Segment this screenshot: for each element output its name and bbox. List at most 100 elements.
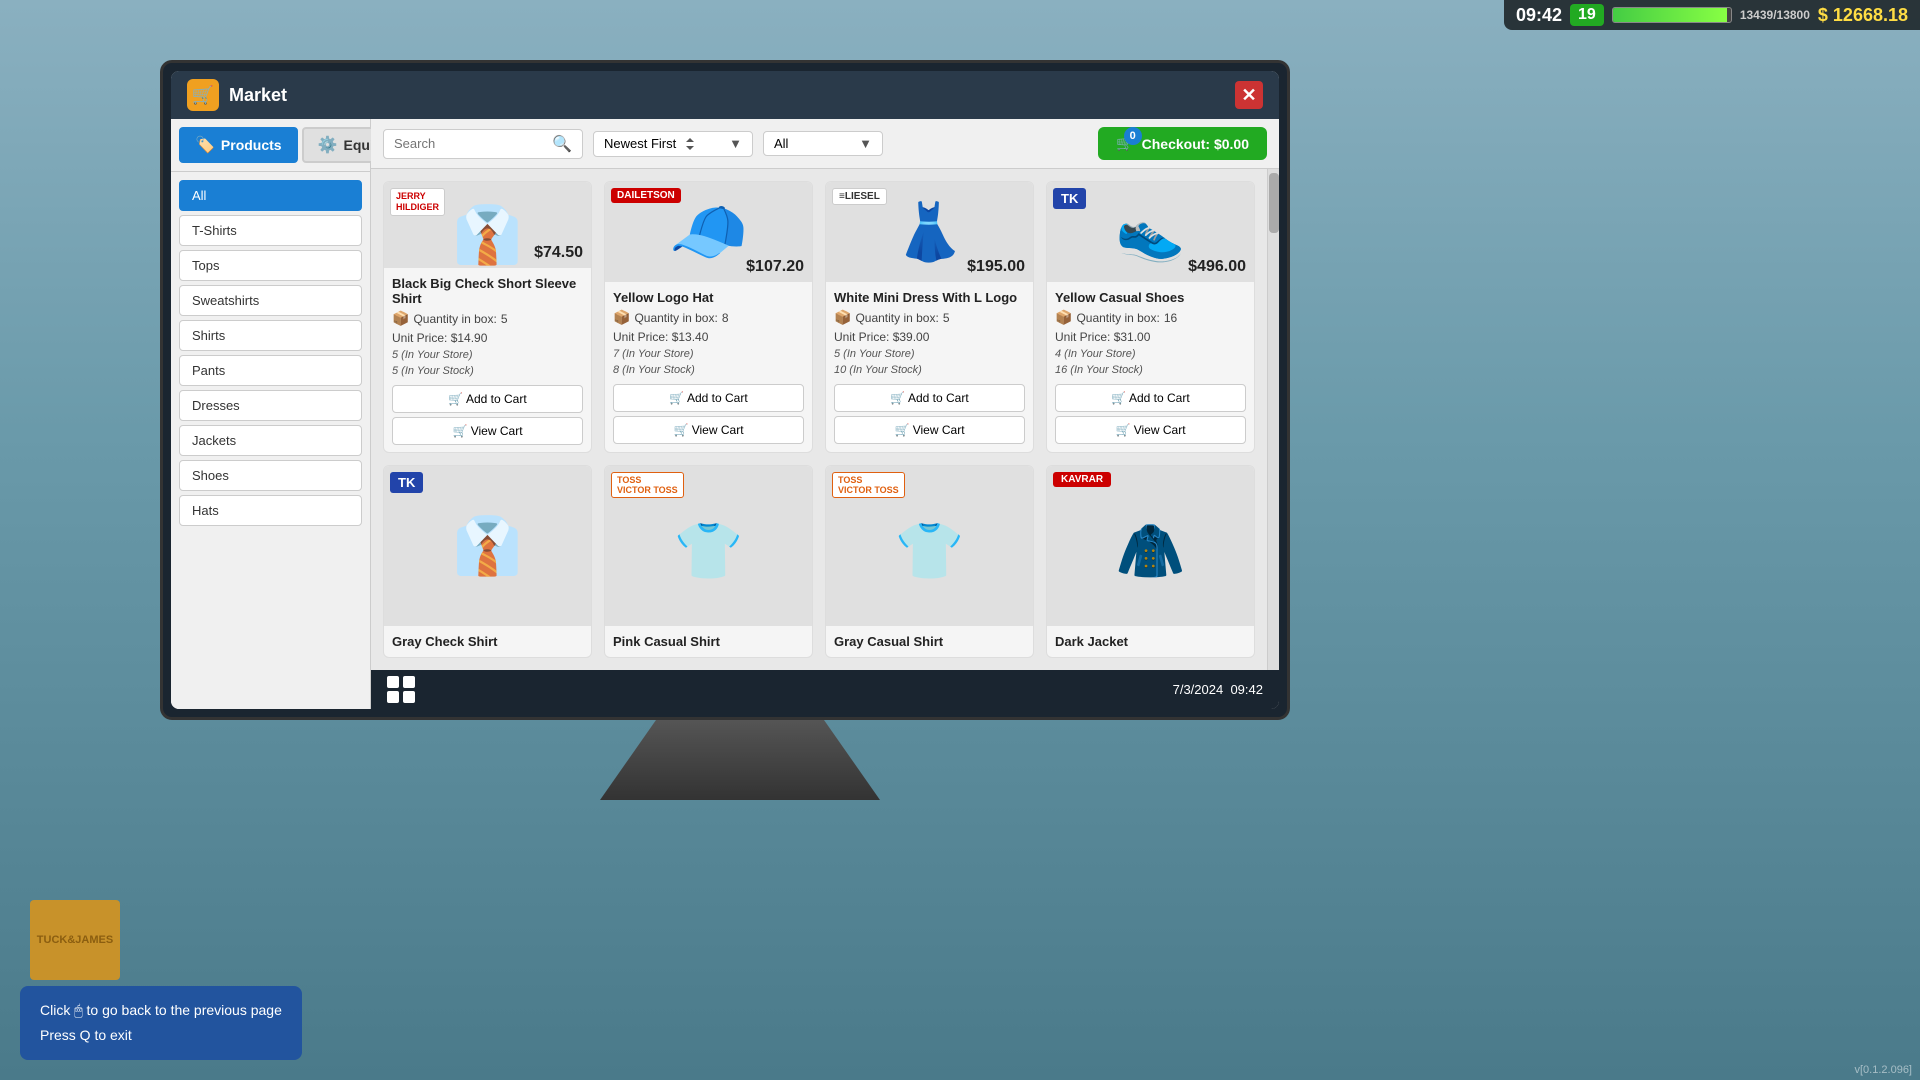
view-cart-button-1[interactable]: 🛒 View Cart: [392, 417, 583, 445]
add-to-cart-button-4[interactable]: 🛒 Add to Cart: [1055, 384, 1246, 412]
top-hud: 09:42 19 13439/13800 $ 12668.18: [1504, 0, 1920, 30]
product-card-3: ≡LIESEL 👗 $195.00 White Mini Dress With …: [825, 181, 1034, 453]
product-name-8: Dark Jacket: [1055, 634, 1246, 649]
sidebar-categories: All T-Shirts Tops Sweatshirts Shirts Pan…: [171, 172, 370, 534]
filter-dropdown[interactable]: All ▼: [763, 131, 883, 156]
product-card-4: TK 👟 $496.00 Yellow Casual Shoes 📦 Quant…: [1046, 181, 1255, 453]
category-tops[interactable]: Tops: [179, 250, 362, 281]
category-jackets[interactable]: Jackets: [179, 425, 362, 456]
scroll-thumb[interactable]: [1269, 173, 1279, 233]
product-stock-info-3: 10 (In Your Stock): [834, 364, 1025, 376]
box-icon-1: 📦: [392, 310, 409, 327]
product-name-5: Gray Check Shirt: [392, 634, 583, 649]
checkout-label: Checkout: $0.00: [1142, 136, 1249, 152]
product-store-info-3: 5 (In Your Store): [834, 348, 1025, 360]
checkout-button[interactable]: 🛒 0 Checkout: $0.00: [1098, 127, 1267, 160]
title-bar-left: 🛒 Market: [187, 79, 287, 111]
category-pants[interactable]: Pants: [179, 355, 362, 386]
product-name-6: Pink Casual Shirt: [613, 634, 804, 649]
category-all[interactable]: All: [179, 180, 362, 211]
grid-view-icon[interactable]: [387, 676, 415, 703]
products-area: JERRYHILDIGER 👔 $74.50 Black Big Check S…: [371, 169, 1279, 670]
hud-level: 19: [1570, 4, 1604, 26]
add-to-cart-button-3[interactable]: 🛒 Add to Cart: [834, 384, 1025, 412]
sort-label: Newest First: [604, 136, 676, 151]
category-dresses[interactable]: Dresses: [179, 390, 362, 421]
sort-dropdown[interactable]: Newest First ▼: [593, 131, 753, 157]
product-info-2: Yellow Logo Hat 📦 Quantity in box: 8 Uni…: [605, 282, 812, 384]
product-card-6: TOSSVICTOR TOSS 👕 Pink Casual Shirt: [604, 465, 813, 658]
product-name-4: Yellow Casual Shoes: [1055, 290, 1246, 305]
product-card-2: DAILETSON 🧢 $107.20 Yellow Logo Hat 📦 Qu…: [604, 181, 813, 453]
product-qty-4: 📦 Quantity in box: 16: [1055, 309, 1246, 326]
product-image-area-3: ≡LIESEL 👗 $195.00: [826, 182, 1033, 282]
brand-badge-8: KAVRAR: [1053, 472, 1111, 487]
xp-text: 13439/13800: [1740, 8, 1810, 22]
filter-label: All: [774, 136, 788, 151]
title-bar: 🛒 Market ✕: [171, 71, 1279, 119]
product-info-4: Yellow Casual Shoes 📦 Quantity in box: 1…: [1047, 282, 1254, 384]
sidebar-wrapper: 🏷️ Products ⚙️ Equipment All T-Shirts To…: [171, 119, 371, 709]
equipment-tab-icon: ⚙️: [318, 135, 338, 155]
product-store-info-4: 4 (In Your Store): [1055, 348, 1246, 360]
add-to-cart-button-2[interactable]: 🛒 Add to Cart: [613, 384, 804, 412]
version-label: v[0.1.2.096]: [1855, 1064, 1913, 1076]
product-card-7: TOSSVICTOR TOSS 👕 Gray Casual Shirt: [825, 465, 1034, 658]
brand-badge-3: ≡LIESEL: [832, 188, 887, 205]
product-card-5: TK 👔 Gray Check Shirt: [383, 465, 592, 658]
product-price-3: $195.00: [967, 258, 1025, 276]
market-title: Market: [229, 85, 287, 106]
category-hats[interactable]: Hats: [179, 495, 362, 526]
market-window: 🛒 Market ✕ 🏷️ Products ⚙️ Equipment: [171, 71, 1279, 709]
product-price-1: $74.50: [534, 244, 583, 262]
brand-badge-2: DAILETSON: [611, 188, 681, 203]
product-image-area-8: KAVRAR 🧥: [1047, 466, 1254, 626]
brand-badge-1: JERRYHILDIGER: [390, 188, 445, 216]
search-icon: 🔍: [552, 134, 572, 154]
add-to-cart-button-1[interactable]: 🛒 Add to Cart: [392, 385, 583, 413]
product-image-area-4: TK 👟 $496.00: [1047, 182, 1254, 282]
product-image-area-1: JERRYHILDIGER 👔 $74.50: [384, 182, 591, 268]
product-unit-price-4: Unit Price: $31.00: [1055, 330, 1246, 344]
decoration-box: TUCK&JAMES: [30, 900, 120, 980]
product-image-area-2: DAILETSON 🧢 $107.20: [605, 182, 812, 282]
product-unit-price-1: Unit Price: $14.90: [392, 331, 583, 345]
product-stock-info-2: 8 (In Your Stock): [613, 364, 804, 376]
view-cart-button-4[interactable]: 🛒 View Cart: [1055, 416, 1246, 444]
view-cart-button-2[interactable]: 🛒 View Cart: [613, 416, 804, 444]
product-image-area-6: TOSSVICTOR TOSS 👕: [605, 466, 812, 626]
product-image-area-7: TOSSVICTOR TOSS 👕: [826, 466, 1033, 626]
category-tshirts[interactable]: T-Shirts: [179, 215, 362, 246]
product-unit-price-3: Unit Price: $39.00: [834, 330, 1025, 344]
sort-arrows-icon: [682, 136, 698, 152]
category-sweatshirts[interactable]: Sweatshirts: [179, 285, 362, 316]
category-shirts[interactable]: Shirts: [179, 320, 362, 351]
tooltip-line2: Press Q to exit: [40, 1023, 282, 1048]
product-card-1: JERRYHILDIGER 👔 $74.50 Black Big Check S…: [383, 181, 592, 453]
chevron-down-icon: ▼: [729, 136, 742, 151]
main-content: 🔍 Newest First ▼ All ▼: [371, 119, 1279, 709]
hud-money: $ 12668.18: [1818, 5, 1908, 26]
product-name-3: White Mini Dress With L Logo: [834, 290, 1025, 305]
product-store-info-1: 5 (In Your Store): [392, 349, 583, 361]
product-price-4: $496.00: [1188, 258, 1246, 276]
product-qty-3: 📦 Quantity in box: 5: [834, 309, 1025, 326]
tooltip-line1: Click 🖱 to go back to the previous page: [40, 998, 282, 1023]
search-input[interactable]: [394, 136, 546, 151]
box-icon-4: 📦: [1055, 309, 1072, 326]
xp-bar: [1612, 7, 1732, 23]
box-icon-3: 📦: [834, 309, 851, 326]
filter-chevron-icon: ▼: [859, 136, 872, 151]
category-shoes[interactable]: Shoes: [179, 460, 362, 491]
product-store-info-2: 7 (In Your Store): [613, 348, 804, 360]
close-button[interactable]: ✕: [1235, 81, 1263, 109]
cart-badge-container: 🛒 0: [1116, 135, 1133, 152]
scroll-indicator[interactable]: [1267, 169, 1279, 670]
product-qty-1: 📦 Quantity in box: 5: [392, 310, 583, 327]
tab-products[interactable]: 🏷️ Products: [179, 127, 298, 163]
product-image-area-5: TK 👔: [384, 466, 591, 626]
brand-badge-5: TK: [390, 472, 423, 493]
view-cart-button-3[interactable]: 🛒 View Cart: [834, 416, 1025, 444]
product-name-2: Yellow Logo Hat: [613, 290, 804, 305]
sidebar-tabs: 🏷️ Products ⚙️ Equipment: [171, 119, 370, 172]
